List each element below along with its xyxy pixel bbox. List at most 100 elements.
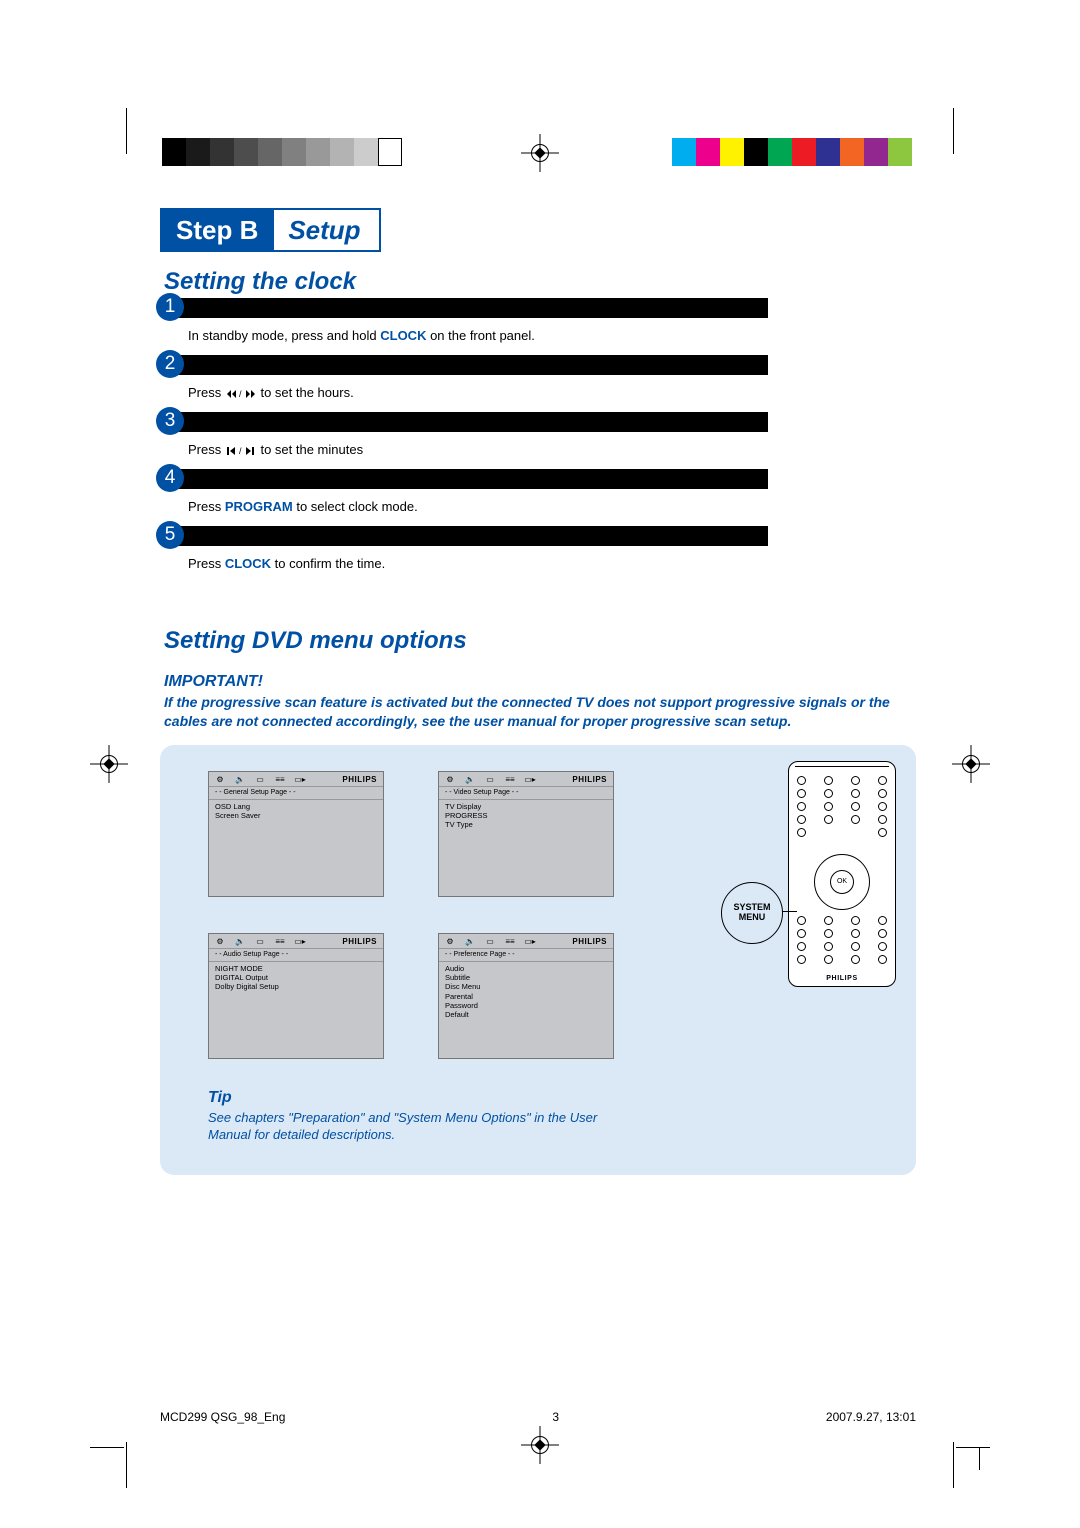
osd-item: DIGITAL Output — [215, 973, 377, 982]
crop-mark — [962, 1447, 980, 1448]
osd-items: AudioSubtitleDisc MenuParentalPasswordDe… — [439, 962, 613, 1022]
step-bar — [172, 469, 768, 489]
tip-label: Tip — [208, 1089, 892, 1107]
osd-tab-title: - - Video Setup Page - - — [439, 787, 613, 800]
play-icon: ▭▸ — [525, 938, 535, 946]
remote-brand: PHILIPS — [789, 975, 895, 982]
important-body: If the progressive scan feature is activ… — [164, 693, 904, 731]
play-icon: ▭▸ — [295, 938, 305, 946]
prev-next-icon: / — [225, 442, 257, 457]
osd-item: Audio — [445, 964, 607, 973]
section-title-clock: Setting the clock — [164, 268, 912, 296]
color-swatches — [672, 138, 912, 166]
footer-date: 2007.9.27, 13:01 — [826, 1410, 916, 1424]
osd-menubar: ⚙🔈▭≡≡▭▸PHILIPS — [209, 934, 383, 949]
display-icon: ▭ — [485, 938, 495, 946]
speaker-icon: 🔈 — [465, 938, 475, 946]
osd-brand: PHILIPS — [342, 775, 377, 785]
display-icon: ▭ — [485, 776, 495, 784]
osd-item: PROGRESS — [445, 811, 607, 820]
osd-item: Default — [445, 1010, 607, 1019]
osd-item: Dolby Digital Setup — [215, 982, 377, 991]
osd-menubar: ⚙ 🔈 ▭ ≡≡ ▭▸ PHILIPS — [439, 934, 613, 949]
dvd-setup-panel: ⚙ 🔈 ▭ ≡≡ ▭▸ PHILIPS - - General Setup Page - -… — [160, 745, 916, 1175]
registration-mark-icon — [954, 747, 988, 781]
step-text: Press / to set the hours. — [188, 385, 916, 400]
gear-icon: ⚙ — [445, 938, 455, 946]
step-number-badge: 5 — [156, 521, 184, 549]
svg-text:/: / — [239, 389, 242, 399]
step-bar — [172, 412, 768, 432]
osd-item: Disc Menu — [445, 982, 607, 991]
crop-mark — [126, 1442, 127, 1488]
section-title-dvd: Setting DVD menu options — [164, 627, 912, 655]
osd-items: NIGHT MODEDIGITAL OutputDolby Digital Se… — [209, 962, 383, 994]
grayscale-swatches — [162, 138, 402, 166]
speaker-icon: 🔈 — [235, 776, 245, 784]
speaker-icon: 🔈 — [465, 776, 475, 784]
osd-menubar: ⚙🔈▭≡≡▭▸PHILIPS — [439, 772, 613, 787]
osd-tab-title: - - Preference Page - - — [439, 949, 613, 962]
osd-screen: ⚙🔈▭≡≡▭▸PHILIPS- - General Setup Page - -… — [208, 771, 384, 897]
osd-menubar: ⚙🔈▭≡≡▭▸PHILIPS — [209, 772, 383, 787]
osd-tab-title: - - General Setup Page - - — [209, 787, 383, 800]
setup-label: Setup — [274, 210, 378, 250]
osd-screen: ⚙🔈▭≡≡▭▸PHILIPS- - Preference Page - -Aud… — [438, 933, 614, 1059]
osd-item: Parental — [445, 992, 607, 1001]
step-header: Step B Setup — [160, 208, 381, 252]
clock-step: 4Press PROGRAM to select clock mode. — [160, 469, 916, 514]
callout-line2: MENU — [739, 913, 766, 922]
crop-mark — [953, 1442, 954, 1488]
osd-items: OSD LangScreen Saver — [209, 800, 383, 823]
osd-items: TV DisplayPROGRESSTV Type — [439, 800, 613, 832]
keyword: CLOCK — [380, 328, 426, 343]
step-bar — [172, 298, 768, 318]
crop-mark — [979, 1448, 980, 1470]
crop-mark — [126, 108, 127, 154]
gear-icon: ⚙ — [215, 776, 225, 784]
gear-icon: ⚙ — [215, 938, 225, 946]
svg-text:/: / — [239, 446, 242, 456]
footer-page: 3 — [552, 1410, 559, 1424]
rew-ffwd-icon: / — [225, 385, 257, 400]
step-text: In standby mode, press and hold CLOCK on… — [188, 328, 916, 343]
crop-mark — [953, 108, 954, 154]
osd-item: NIGHT MODE — [215, 964, 377, 973]
osd-brand: PHILIPS — [572, 937, 607, 947]
play-icon: ▭▸ — [295, 776, 305, 784]
system-menu-callout: SYSTEM MENU — [721, 882, 783, 944]
remote-illustration: SYSTEM MENU PHILIPS — [788, 761, 896, 987]
crop-mark — [90, 1447, 124, 1448]
osd-screen: ⚙🔈▭≡≡▭▸PHILIPS- - Audio Setup Page - -NI… — [208, 933, 384, 1059]
osd-tab-title: - - Audio Setup Page - - — [209, 949, 383, 962]
play-icon: ▭▸ — [525, 776, 535, 784]
equalizer-icon: ≡≡ — [275, 938, 285, 946]
step-bar — [172, 526, 768, 546]
osd-screen: ⚙🔈▭≡≡▭▸PHILIPS- - Video Setup Page - -TV… — [438, 771, 614, 897]
registration-mark-icon — [523, 1428, 557, 1462]
remote-nav-ring — [814, 854, 870, 910]
clock-step: 5Press CLOCK to confirm the time. — [160, 526, 916, 571]
equalizer-icon: ≡≡ — [505, 776, 515, 784]
clock-step: 1In standby mode, press and hold CLOCK o… — [160, 298, 916, 343]
osd-item: TV Type — [445, 820, 607, 829]
gear-icon: ⚙ — [445, 776, 455, 784]
equalizer-icon: ≡≡ — [505, 938, 515, 946]
step-bar — [172, 355, 768, 375]
important-label: IMPORTANT! — [164, 673, 912, 691]
page-footer: MCD299 QSG_98_Eng 3 2007.9.27, 13:01 — [160, 1410, 916, 1424]
display-icon: ▭ — [255, 938, 265, 946]
tip-body: See chapters "Preparation" and "System M… — [208, 1109, 628, 1144]
display-icon: ▭ — [255, 776, 265, 784]
keyword: PROGRAM — [225, 499, 293, 514]
step-text: Press CLOCK to confirm the time. — [188, 556, 916, 571]
step-number-badge: 1 — [156, 293, 184, 321]
osd-item: Screen Saver — [215, 811, 377, 820]
step-number-badge: 4 — [156, 464, 184, 492]
clock-step: 3Press / to set the minutes — [160, 412, 916, 457]
step-number-badge: 3 — [156, 407, 184, 435]
step-label: Step B — [162, 210, 274, 250]
step-number-badge: 2 — [156, 350, 184, 378]
keyword: CLOCK — [225, 556, 271, 571]
osd-item: TV Display — [445, 802, 607, 811]
